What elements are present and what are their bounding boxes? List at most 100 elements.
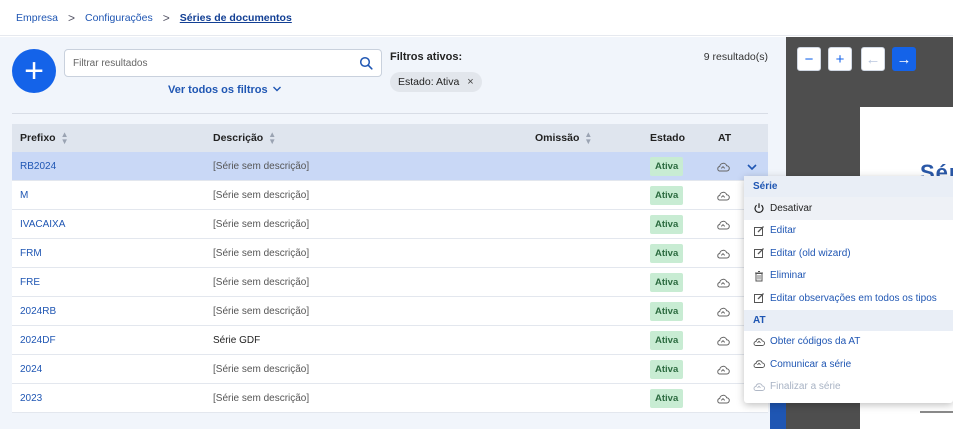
search-input[interactable] bbox=[73, 57, 359, 69]
cell-status: Ativa bbox=[650, 152, 684, 181]
search-icon[interactable] bbox=[359, 56, 373, 70]
series-table: Prefixo ▲ ▼ Descrição ▲ ▼ Omissão ▲ ▼ Estad… bbox=[12, 124, 768, 413]
column-description[interactable]: Descrição ▲ ▼ bbox=[213, 131, 276, 146]
cloud-upload-icon[interactable] bbox=[716, 268, 730, 297]
cell-prefix[interactable]: 2024 bbox=[20, 355, 42, 384]
cloud-upload-icon[interactable] bbox=[716, 239, 730, 268]
power-icon bbox=[753, 202, 765, 214]
sort-icon[interactable]: ▲ ▼ bbox=[61, 131, 69, 146]
zoom-out-button[interactable]: − bbox=[797, 47, 821, 71]
trash-icon bbox=[753, 270, 765, 282]
menu-item-finalize: Finalizar a série bbox=[744, 376, 953, 399]
cell-description: [Série sem descrição] bbox=[213, 277, 310, 288]
menu-item-edit-old[interactable]: Editar (old wizard) bbox=[744, 242, 953, 265]
menu-item-communicate[interactable]: Comunicar a série bbox=[744, 353, 953, 376]
column-at: AT bbox=[718, 132, 731, 144]
column-status-label: Estado bbox=[650, 132, 686, 144]
status-badge: Ativa bbox=[650, 273, 684, 292]
all-filters-label: Ver todos os filtros bbox=[168, 84, 268, 96]
cell-prefix[interactable]: FRM bbox=[20, 239, 42, 268]
next-page-button[interactable]: → bbox=[892, 47, 916, 71]
close-icon[interactable]: × bbox=[467, 76, 473, 88]
table-row[interactable]: M [Série sem descrição] Ativa bbox=[12, 181, 768, 210]
scroll-indicator bbox=[770, 402, 786, 429]
cell-status: Ativa bbox=[650, 210, 684, 239]
sort-icon[interactable]: ▲ ▼ bbox=[268, 131, 276, 146]
status-badge: Ativa bbox=[650, 389, 684, 408]
cell-prefix[interactable]: RB2024 bbox=[20, 152, 56, 181]
cloud-upload-icon[interactable] bbox=[716, 326, 730, 355]
cloud-upload-icon[interactable] bbox=[716, 355, 730, 384]
cell-prefix[interactable]: 2024RB bbox=[20, 297, 56, 326]
table-header: Prefixo ▲ ▼ Descrição ▲ ▼ Omissão ▲ ▼ Estad… bbox=[12, 124, 768, 152]
table-row[interactable]: RB2024 [Série sem descrição] Ativa bbox=[12, 152, 768, 181]
cloud-upload-icon[interactable] bbox=[716, 297, 730, 326]
menu-item-edit-notes[interactable]: Editar observações em todos os tipos bbox=[744, 287, 953, 310]
divider bbox=[12, 113, 768, 114]
sort-icon[interactable]: ▲ ▼ bbox=[584, 131, 592, 146]
menu-item-get-codes[interactable]: Obter códigos da AT bbox=[744, 331, 953, 354]
cloud-upload-icon[interactable] bbox=[716, 181, 730, 210]
cloud-upload-icon[interactable] bbox=[716, 384, 730, 413]
table-row[interactable]: 2024RB [Série sem descrição] Ativa bbox=[12, 297, 768, 326]
search-box[interactable] bbox=[64, 49, 382, 77]
chevron-right-icon: > bbox=[162, 10, 170, 25]
cell-description: Série GDF bbox=[213, 335, 261, 346]
menu-item-label: Editar observações em todos os tipos bbox=[770, 292, 937, 304]
menu-item-label: Eliminar bbox=[770, 270, 807, 282]
table-row[interactable]: 2024 [Série sem descrição] Ativa bbox=[12, 355, 768, 384]
cell-description: [Série sem descrição] bbox=[213, 306, 310, 317]
column-prefix[interactable]: Prefixo ▲ ▼ bbox=[20, 131, 69, 146]
all-filters-link[interactable]: Ver todos os filtros bbox=[168, 84, 282, 96]
add-series-button[interactable]: + bbox=[12, 49, 56, 93]
menu-item-label: Comunicar a série bbox=[770, 358, 852, 370]
menu-section-serie: Série bbox=[744, 176, 953, 197]
cell-prefix[interactable]: IVACAIXA bbox=[20, 210, 65, 239]
cell-prefix[interactable]: 2024DF bbox=[20, 326, 56, 355]
cell-prefix[interactable]: M bbox=[20, 181, 28, 210]
menu-item-edit[interactable]: Editar bbox=[744, 220, 953, 243]
previous-page-button[interactable]: ← bbox=[861, 47, 885, 71]
results-count: 9 resultado(s) bbox=[703, 51, 768, 63]
cell-prefix[interactable]: FRE bbox=[20, 268, 40, 297]
active-filters-title: Filtros ativos: bbox=[390, 51, 463, 63]
column-omission[interactable]: Omissão ▲ ▼ bbox=[535, 131, 592, 146]
cell-status: Ativa bbox=[650, 239, 684, 268]
status-badge: Ativa bbox=[650, 215, 684, 234]
cell-status: Ativa bbox=[650, 268, 684, 297]
cell-prefix[interactable]: 2023 bbox=[20, 384, 42, 413]
table-row[interactable]: 2024DF Série GDF Ativa bbox=[12, 326, 768, 355]
document-rule bbox=[920, 411, 953, 413]
cell-description: [Série sem descrição] bbox=[213, 161, 310, 172]
menu-section-at: AT bbox=[744, 309, 953, 331]
status-badge: Ativa bbox=[650, 360, 684, 379]
table-body: RB2024 [Série sem descrição] Ativa M [Série … bbox=[12, 152, 768, 413]
cloud-upload-icon[interactable] bbox=[716, 210, 730, 239]
cell-description: [Série sem descrição] bbox=[213, 190, 310, 201]
cell-status: Ativa bbox=[650, 355, 684, 384]
cell-description: [Série sem descrição] bbox=[213, 393, 310, 404]
table-row[interactable]: FRE [Série sem descrição] Ativa bbox=[12, 268, 768, 297]
status-badge: Ativa bbox=[650, 331, 684, 350]
cloud-upload-icon[interactable] bbox=[716, 152, 730, 181]
menu-item-deactivate[interactable]: Desativar bbox=[744, 197, 953, 220]
chevron-down-icon bbox=[272, 84, 282, 96]
breadcrumb-empresa[interactable]: Empresa bbox=[16, 12, 58, 24]
menu-item-label: Editar bbox=[770, 225, 797, 237]
list-panel: + Ver todos os filtros Filtros ativos: E… bbox=[0, 37, 786, 429]
column-status: Estado bbox=[650, 132, 685, 144]
menu-item-label: Editar (old wizard) bbox=[770, 247, 851, 259]
breadcrumb-series[interactable]: Séries de documentos bbox=[180, 12, 292, 24]
menu-item-delete[interactable]: Eliminar bbox=[744, 265, 953, 288]
menu-item-label: Finalizar a série bbox=[770, 381, 841, 393]
table-row[interactable]: IVACAIXA [Série sem descrição] Ativa bbox=[12, 210, 768, 239]
column-prefix-label: Prefixo bbox=[20, 132, 56, 144]
status-badge: Ativa bbox=[650, 186, 684, 205]
breadcrumb-configuracoes[interactable]: Configurações bbox=[85, 12, 153, 24]
table-row[interactable]: 2023 [Série sem descrição] Ativa bbox=[12, 384, 768, 413]
menu-item-label: Obter códigos da AT bbox=[770, 336, 861, 348]
column-description-label: Descrição bbox=[213, 132, 264, 144]
table-row[interactable]: FRM [Série sem descrição] Ativa bbox=[12, 239, 768, 268]
zoom-in-button[interactable]: + bbox=[828, 47, 852, 71]
breadcrumb: Empresa > Configurações > Séries de docu… bbox=[0, 0, 953, 36]
